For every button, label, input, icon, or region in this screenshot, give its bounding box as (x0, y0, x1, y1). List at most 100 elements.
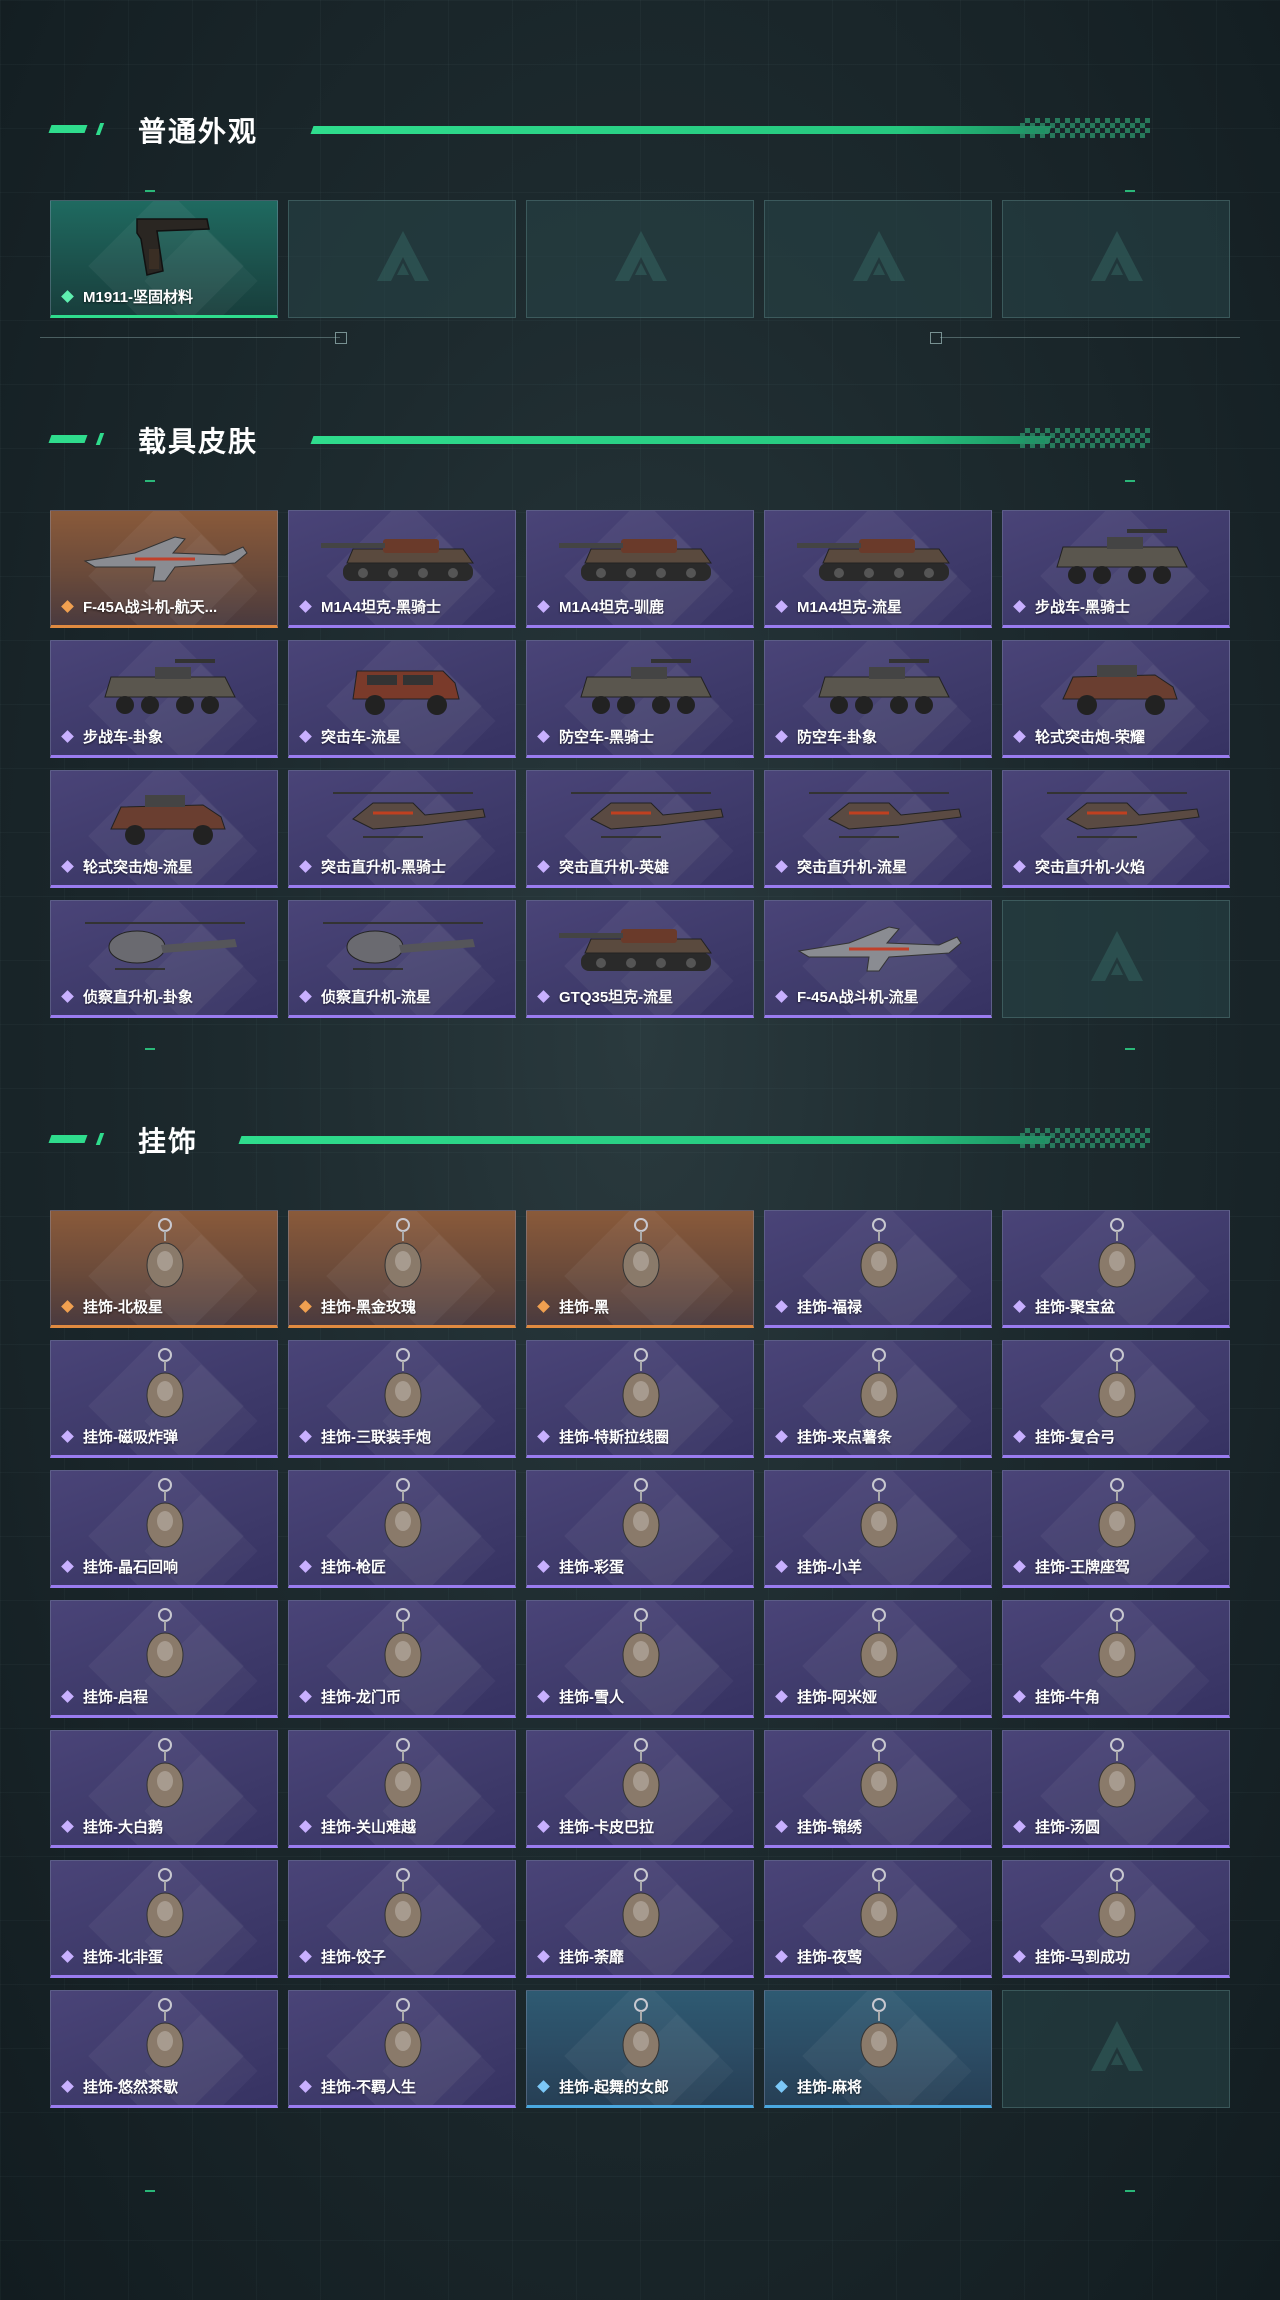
item-label: F-45A战斗机-流星 (797, 989, 919, 1006)
item-card[interactable]: 挂饰-荼靡 (526, 1860, 754, 1978)
rarity-diamond-icon (299, 860, 313, 874)
item-label: 挂饰-关山难越 (321, 1819, 416, 1836)
item-label: 挂饰-磁吸炸弹 (83, 1429, 178, 1446)
item-card[interactable]: M1A4坦克-驯鹿 (526, 510, 754, 628)
header-accent-dash (48, 125, 88, 133)
rarity-diamond-icon (61, 730, 75, 744)
header-bar (238, 1136, 1052, 1144)
rarity-diamond-icon (1013, 860, 1027, 874)
item-card[interactable]: 防空车-黑骑士 (526, 640, 754, 758)
item-card[interactable]: 挂饰-麻将 (764, 1990, 992, 2108)
item-card[interactable]: 挂饰-关山难越 (288, 1730, 516, 1848)
item-card[interactable]: 挂饰-王牌座驾 (1002, 1470, 1230, 1588)
item-card[interactable]: 挂饰-晶石回响 (50, 1470, 278, 1588)
item-card[interactable]: M1A4坦克-流星 (764, 510, 992, 628)
item-card[interactable]: F-45A战斗机-航天... (50, 510, 278, 628)
scout-helicopter-icon (313, 909, 493, 985)
item-card[interactable]: 挂饰-聚宝盆 (1002, 1210, 1230, 1328)
item-card[interactable]: 挂饰-悠然茶歇 (50, 1990, 278, 2108)
item-card[interactable]: 挂饰-黑金玫瑰 (288, 1210, 516, 1328)
charm-icon (1082, 1735, 1152, 1821)
item-card[interactable]: 侦察直升机-卦象 (50, 900, 278, 1018)
helicopter-icon (551, 779, 731, 855)
item-card[interactable]: 挂饰-复合弓 (1002, 1340, 1230, 1458)
helicopter-icon (789, 779, 969, 855)
item-label: 防空车-卦象 (797, 729, 877, 746)
tank-icon (551, 519, 731, 595)
item-card[interactable]: 挂饰-彩蛋 (526, 1470, 754, 1588)
rarity-diamond-icon (61, 600, 75, 614)
item-label: 挂饰-起舞的女郎 (559, 2079, 669, 2096)
item-card[interactable]: 挂饰-龙门币 (288, 1600, 516, 1718)
item-card[interactable]: M1911-坚固材料 (50, 200, 278, 318)
helicopter-icon (1027, 779, 1207, 855)
tank-icon (551, 909, 731, 985)
placeholder-emblem-icon (1087, 927, 1147, 987)
item-card[interactable]: 挂饰-磁吸炸弹 (50, 1340, 278, 1458)
item-card[interactable]: 挂饰-马到成功 (1002, 1860, 1230, 1978)
item-card[interactable]: 挂饰-来点薯条 (764, 1340, 992, 1458)
item-card[interactable]: 挂饰-北非蛋 (50, 1860, 278, 1978)
item-card[interactable]: 步战车-卦象 (50, 640, 278, 758)
item-label: GTQ35坦克-流星 (559, 989, 674, 1006)
charm-icon (606, 1345, 676, 1431)
item-card[interactable]: F-45A战斗机-流星 (764, 900, 992, 1018)
item-label: 突击直升机-火焰 (1035, 859, 1145, 876)
item-label: 挂饰-聚宝盆 (1035, 1299, 1115, 1316)
item-card[interactable]: 突击车-流星 (288, 640, 516, 758)
item-card[interactable]: 步战车-黑骑士 (1002, 510, 1230, 628)
item-card[interactable]: 突击直升机-火焰 (1002, 770, 1230, 888)
empty-slot (1002, 200, 1230, 318)
item-card[interactable]: 挂饰-小羊 (764, 1470, 992, 1588)
header-accent-dash (95, 433, 105, 445)
item-card[interactable]: 挂饰-夜莺 (764, 1860, 992, 1978)
item-card[interactable]: 挂饰-锦绣 (764, 1730, 992, 1848)
item-card[interactable]: 挂饰-起舞的女郎 (526, 1990, 754, 2108)
item-label: 挂饰-彩蛋 (559, 1559, 624, 1576)
armored-car-icon (75, 779, 255, 855)
charm-icon (606, 1475, 676, 1561)
item-card[interactable]: 挂饰-汤圆 (1002, 1730, 1230, 1848)
charm-icon (844, 1345, 914, 1431)
charm-icon (130, 1735, 200, 1821)
header-accent-dash (48, 435, 88, 443)
item-card[interactable]: 挂饰-阿米娅 (764, 1600, 992, 1718)
item-card[interactable]: 突击直升机-黑骑士 (288, 770, 516, 888)
item-card[interactable]: 轮式突击炮-流星 (50, 770, 278, 888)
item-card[interactable]: 轮式突击炮-荣耀 (1002, 640, 1230, 758)
item-card[interactable]: 挂饰-雪人 (526, 1600, 754, 1718)
rarity-diamond-icon (61, 1430, 75, 1444)
rarity-diamond-icon (537, 990, 551, 1004)
item-card[interactable]: 挂饰-黑 (526, 1210, 754, 1328)
item-card[interactable]: 挂饰-启程 (50, 1600, 278, 1718)
item-card[interactable]: 侦察直升机-流星 (288, 900, 516, 1018)
item-card[interactable]: 突击直升机-英雄 (526, 770, 754, 888)
item-card[interactable]: 挂饰-北极星 (50, 1210, 278, 1328)
item-card[interactable]: GTQ35坦克-流星 (526, 900, 754, 1018)
rarity-diamond-icon (537, 1950, 551, 1964)
item-label: 侦察直升机-流星 (321, 989, 431, 1006)
item-card[interactable]: 挂饰-特斯拉线圈 (526, 1340, 754, 1458)
item-card[interactable]: 挂饰-三联装手炮 (288, 1340, 516, 1458)
item-label: M1A4坦克-黑骑士 (321, 599, 442, 616)
charm-icon (844, 1995, 914, 2081)
item-label: 挂饰-特斯拉线圈 (559, 1429, 669, 1446)
rarity-diamond-icon (299, 600, 313, 614)
item-card[interactable]: 挂饰-牛角 (1002, 1600, 1230, 1718)
corner-tick (1125, 2190, 1135, 2192)
placeholder-emblem-icon (373, 227, 433, 287)
item-card[interactable]: 防空车-卦象 (764, 640, 992, 758)
item-card[interactable]: 突击直升机-流星 (764, 770, 992, 888)
tank-icon (313, 519, 493, 595)
item-card[interactable]: 挂饰-卡皮巴拉 (526, 1730, 754, 1848)
rarity-diamond-icon (61, 1950, 75, 1964)
item-card[interactable]: 挂饰-枪匠 (288, 1470, 516, 1588)
item-card[interactable]: 挂饰-福禄 (764, 1210, 992, 1328)
empty-slot (288, 200, 516, 318)
rarity-diamond-icon (1013, 1430, 1027, 1444)
item-card[interactable]: 挂饰-不羁人生 (288, 1990, 516, 2108)
item-card[interactable]: 挂饰-大白鹅 (50, 1730, 278, 1848)
item-card[interactable]: 挂饰-饺子 (288, 1860, 516, 1978)
charm-icon (368, 1865, 438, 1951)
item-card[interactable]: M1A4坦克-黑骑士 (288, 510, 516, 628)
